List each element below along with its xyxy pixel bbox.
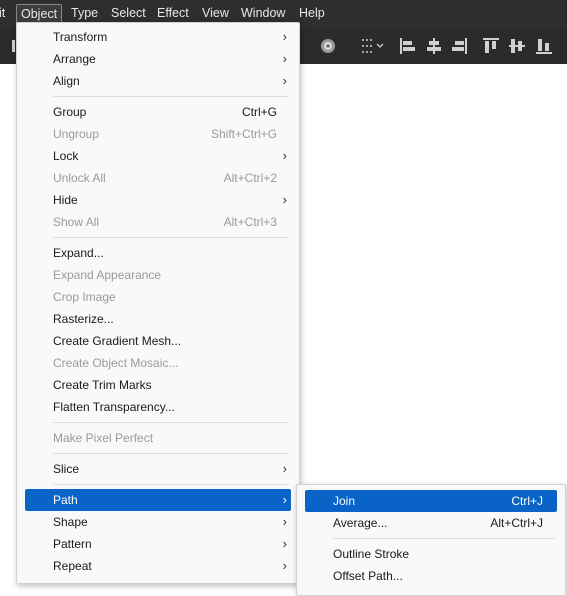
align-right-icon[interactable] xyxy=(450,37,468,55)
menu-item-shortcut: Ctrl+G xyxy=(241,105,277,119)
menu-item-label: Show All xyxy=(53,215,100,229)
align-left-icon[interactable] xyxy=(399,37,417,55)
distribute-options-icon[interactable] xyxy=(360,37,384,55)
menu-item-label: Outline Stroke xyxy=(333,547,410,561)
menu-item-average[interactable]: Average... Alt+Ctrl+J xyxy=(305,512,557,534)
menu-item-join[interactable]: Join Ctrl+J xyxy=(305,490,557,512)
menu-item-label: Align xyxy=(53,74,80,88)
menu-separator xyxy=(53,422,289,423)
submenu-arrow-icon: › xyxy=(282,558,287,573)
menu-item-label: Transform xyxy=(53,30,108,44)
menu-item-rasterize[interactable]: Rasterize... xyxy=(25,308,291,330)
menu-item-shortcut: Alt+Ctrl+2 xyxy=(223,171,277,185)
menu-item-transform[interactable]: Transform › xyxy=(25,26,291,48)
menu-item-shortcut: Alt+Ctrl+J xyxy=(490,516,543,530)
menu-separator xyxy=(53,453,289,454)
menu-item-label: Arrange xyxy=(53,52,96,66)
align-vertical-center-icon[interactable] xyxy=(508,37,526,55)
menu-item-label: Group xyxy=(53,105,87,119)
menu-item-label: Expand Appearance xyxy=(53,268,162,282)
align-horizontal-center-icon[interactable] xyxy=(425,37,443,55)
menu-item-label: Create Trim Marks xyxy=(53,378,152,392)
submenu-arrow-icon: › xyxy=(282,514,287,529)
menu-item-label: Lock xyxy=(53,149,79,163)
menu-type[interactable]: Type xyxy=(71,6,98,20)
menu-item-path[interactable]: Path › xyxy=(25,489,291,511)
align-bottom-icon[interactable] xyxy=(535,37,553,55)
menu-item-label: Hide xyxy=(53,193,78,207)
align-top-icon[interactable] xyxy=(482,37,500,55)
menu-item-make-pixel-perfect[interactable]: Make Pixel Perfect xyxy=(25,427,291,449)
menu-item-crop-image[interactable]: Crop Image xyxy=(25,286,291,308)
menu-item-label: Join xyxy=(333,494,356,508)
menu-item-label: Crop Image xyxy=(53,290,116,304)
menu-item-shape[interactable]: Shape › xyxy=(25,511,291,533)
menu-item-outline-stroke[interactable]: Outline Stroke xyxy=(305,543,557,565)
menu-separator xyxy=(333,538,555,539)
menu-item-label: Make Pixel Perfect xyxy=(53,431,154,445)
menu-item-label: Create Object Mosaic... xyxy=(53,356,179,370)
menu-view[interactable]: View xyxy=(202,6,229,20)
menu-item-label: Slice xyxy=(53,462,80,476)
menu-item-group[interactable]: Group Ctrl+G xyxy=(25,101,291,123)
menu-item-label: Repeat xyxy=(53,559,92,573)
menu-item-shortcut: Alt+Ctrl+3 xyxy=(223,215,277,229)
menu-separator xyxy=(53,96,289,97)
submenu-arrow-icon: › xyxy=(282,492,287,507)
menu-item-label: Offset Path... xyxy=(333,569,403,583)
menu-item-unlock-all[interactable]: Unlock All Alt+Ctrl+2 xyxy=(25,167,291,189)
menu-separator xyxy=(53,484,289,485)
menu-item-create-trim-marks[interactable]: Create Trim Marks xyxy=(25,374,291,396)
submenu-arrow-icon: › xyxy=(282,536,287,551)
menu-item-label: Expand... xyxy=(53,246,104,260)
menu-item-expand[interactable]: Expand... xyxy=(25,242,291,264)
menu-item-label: Ungroup xyxy=(53,127,100,141)
menu-item-align[interactable]: Align › xyxy=(25,70,291,92)
menu-item-ungroup[interactable]: Ungroup Shift+Ctrl+G xyxy=(25,123,291,145)
menu-separator xyxy=(53,237,289,238)
path-submenu: Join Ctrl+J Average... Alt+Ctrl+J Outlin… xyxy=(296,484,566,596)
menu-item-lock[interactable]: Lock › xyxy=(25,145,291,167)
submenu-arrow-icon: › xyxy=(282,461,287,476)
menu-item-hide[interactable]: Hide › xyxy=(25,189,291,211)
menu-item-shortcut: Shift+Ctrl+G xyxy=(210,127,277,141)
menu-item-shortcut: Ctrl+J xyxy=(511,494,543,508)
submenu-arrow-icon: › xyxy=(282,148,287,163)
menu-item-label: Rasterize... xyxy=(53,312,114,326)
menu-edit[interactable]: it xyxy=(0,6,5,20)
menu-item-repeat[interactable]: Repeat › xyxy=(25,555,291,577)
menu-item-label: Unlock All xyxy=(53,171,106,185)
submenu-arrow-icon: › xyxy=(282,192,287,207)
menu-help[interactable]: Help xyxy=(299,6,325,20)
menu-item-slice[interactable]: Slice › xyxy=(25,458,291,480)
menu-item-label: Create Gradient Mesh... xyxy=(53,334,182,348)
menu-item-label: Flatten Transparency... xyxy=(53,400,175,414)
menu-object[interactable]: Object xyxy=(16,4,63,24)
menu-item-pattern[interactable]: Pattern › xyxy=(25,533,291,555)
menu-item-flatten-transparency[interactable]: Flatten Transparency... xyxy=(25,396,291,418)
menu-item-create-gradient-mesh[interactable]: Create Gradient Mesh... xyxy=(25,330,291,352)
menu-item-label: Pattern xyxy=(53,537,92,551)
menu-item-label: Path xyxy=(53,493,78,507)
recolor-artwork-icon[interactable] xyxy=(319,37,337,55)
menu-effect[interactable]: Effect xyxy=(157,6,189,20)
menu-item-arrange[interactable]: Arrange › xyxy=(25,48,291,70)
menu-item-create-object-mosaic[interactable]: Create Object Mosaic... xyxy=(25,352,291,374)
object-menu: Transform › Arrange › Align › Group Ctrl… xyxy=(16,22,300,584)
menu-item-show-all[interactable]: Show All Alt+Ctrl+3 xyxy=(25,211,291,233)
menu-select[interactable]: Select xyxy=(111,6,146,20)
menu-item-offset-path[interactable]: Offset Path... xyxy=(305,565,557,587)
submenu-arrow-icon: › xyxy=(282,51,287,66)
menu-item-label: Average... xyxy=(333,516,388,530)
menu-item-expand-appearance[interactable]: Expand Appearance xyxy=(25,264,291,286)
submenu-arrow-icon: › xyxy=(282,73,287,88)
submenu-arrow-icon: › xyxy=(282,29,287,44)
menu-item-label: Shape xyxy=(53,515,88,529)
menu-window[interactable]: Window xyxy=(241,6,285,20)
